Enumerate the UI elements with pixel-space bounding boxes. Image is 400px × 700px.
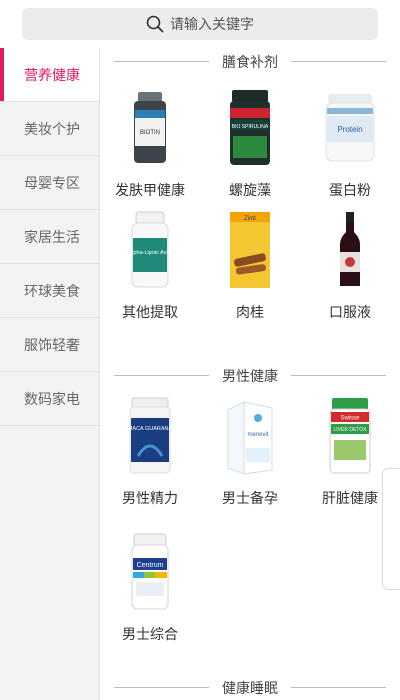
svg-text:BIO SPIRULINA: BIO SPIRULINA [232,124,269,130]
svg-text:Centrum: Centrum [137,562,164,569]
sidebar-item-label: 营养健康 [24,67,80,84]
product-item[interactable]: Protein 蛋白粉 [300,88,400,200]
product-item[interactable]: Centrum 男士综合 [100,532,200,644]
centrum-bottle-icon: Centrum [100,532,200,612]
sidebar-item-nutrition[interactable]: 营养健康 [0,48,99,102]
search-input[interactable]: 请输入关键字 [22,8,378,40]
sidebar-item-home[interactable]: 家居生活 [0,210,99,264]
protein-tub-icon: Protein [300,88,400,168]
sidebar-item-digital[interactable]: 数码家电 [0,372,99,426]
search-bar: 请输入关键字 [0,0,400,48]
product-item[interactable]: MACA GUARANA 男性精力 [100,396,200,508]
product-name: 口服液 [329,305,371,321]
product-name: 其他提取 [122,305,178,321]
svg-text:alpha-Lipoic Acid: alpha-Lipoic Acid [129,250,171,256]
sidebar-item-beauty[interactable]: 美妆个护 [0,102,99,156]
liver-detox-bottle-icon: Swisse LIVER DETOX [300,396,400,476]
spirulina-bottle-icon: BIO SPIRULINA [200,88,300,168]
svg-text:Protein: Protein [337,125,362,134]
product-name: 发肤甲健康 [115,183,185,199]
sidebar-item-label: 家居生活 [24,229,80,246]
section-header-mens-health: 男性健康 [100,362,400,390]
svg-text:MACA GUARANA: MACA GUARANA [128,426,173,432]
svg-text:Swisse: Swisse [340,416,360,422]
sidebar-item-label: 服饰轻奢 [24,337,80,354]
product-grid: 膳食补剂 BIOTIN 发肤甲健康 BIO SPIRULINA 螺旋藻 Prot… [100,48,400,700]
search-icon [146,15,164,33]
product-item[interactable]: BIOTIN 发肤甲健康 [100,88,200,200]
sidebar-item-fashion[interactable]: 服饰轻奢 [0,318,99,372]
product-item[interactable]: BIO SPIRULINA 螺旋藻 [200,88,300,200]
sidebar-item-label: 环球美食 [24,283,80,300]
floating-side-tab[interactable] [382,468,400,590]
product-item[interactable]: Zimt 肉桂 [200,210,300,322]
category-sidebar: 营养健康 美妆个护 母婴专区 家居生活 环球美食 服饰轻奢 数码家电 [0,48,100,700]
product-name: 男士备孕 [222,491,278,507]
product-name: 男性精力 [122,491,178,507]
cinnamon-box-icon: Zimt [200,210,300,290]
maca-guarana-bottle-icon: MACA GUARANA [100,396,200,476]
product-item[interactable]: 口服液 [300,210,400,322]
section-title: 膳食补剂 [214,52,286,72]
search-placeholder: 请输入关键字 [170,17,254,33]
section-title: 健康睡眠 [214,678,286,698]
biotin-bottle-icon: BIOTIN [100,88,200,168]
product-name: 男士综合 [122,627,178,643]
svg-text:LIVER DETOX: LIVER DETOX [334,427,368,433]
product-name: 蛋白粉 [329,183,371,199]
sidebar-item-baby[interactable]: 母婴专区 [0,156,99,210]
sidebar-item-label: 母婴专区 [24,175,80,192]
svg-text:Zimt: Zimt [244,216,256,222]
svg-text:menevit: menevit [247,432,268,438]
product-item[interactable]: menevit 男士备孕 [200,396,300,508]
lipoic-acid-bottle-icon: alpha-Lipoic Acid [100,210,200,290]
section-header-supplements: 膳食补剂 [100,48,400,76]
section-header-sleep: 健康睡眠 [100,674,400,700]
sidebar-item-label: 数码家电 [24,391,80,408]
product-name: 肉桂 [236,305,264,321]
svg-text:BIOTIN: BIOTIN [140,130,160,136]
tonic-bottle-icon [300,210,400,290]
section-title: 男性健康 [214,366,286,386]
menevit-box-icon: menevit [200,396,300,476]
sidebar-item-label: 美妆个护 [24,121,80,138]
product-item[interactable]: alpha-Lipoic Acid 其他提取 [100,210,200,322]
product-name: 螺旋藻 [229,183,271,199]
sidebar-item-food[interactable]: 环球美食 [0,264,99,318]
